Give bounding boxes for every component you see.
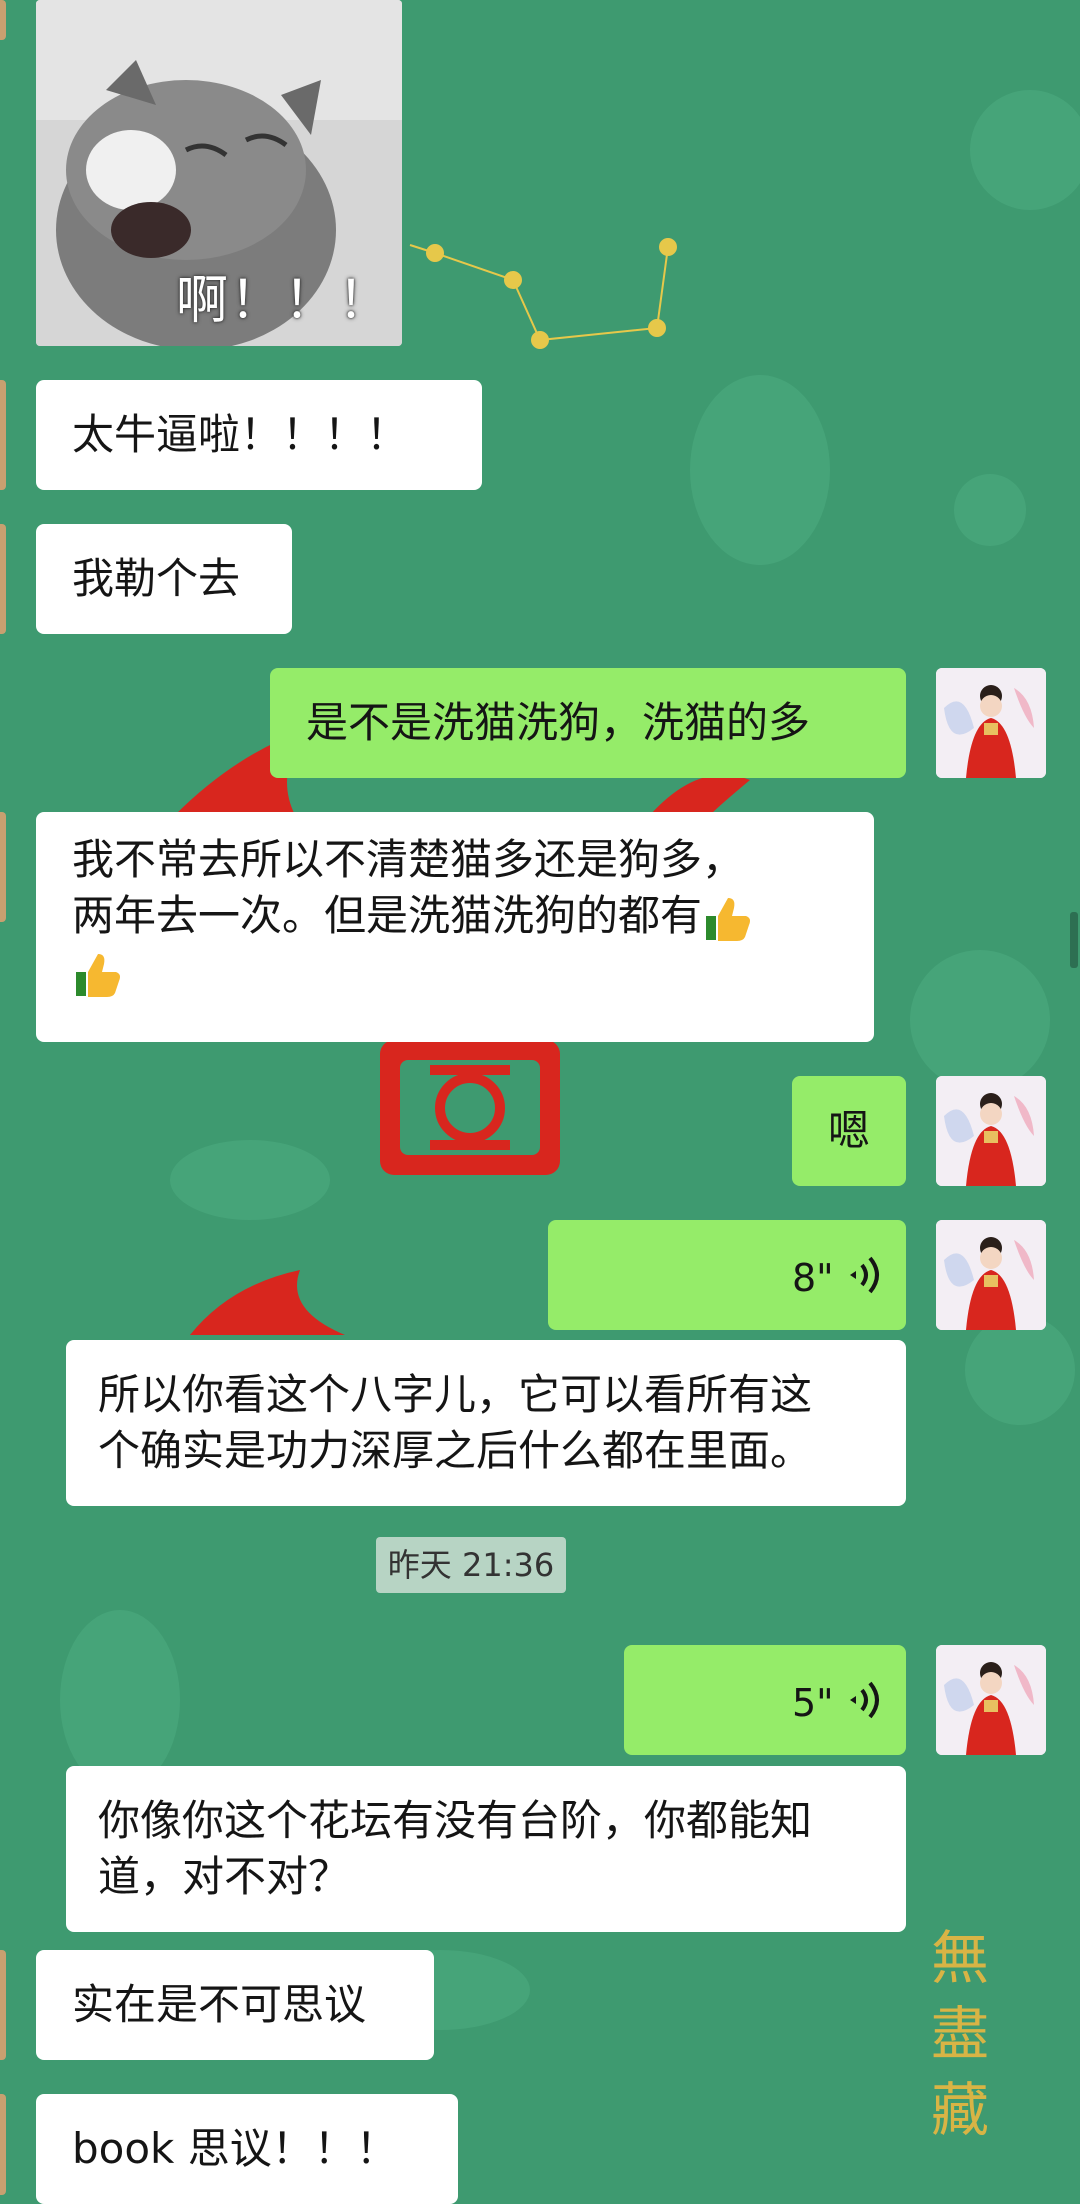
- message-text-line: 两年去一次。但是洗猫洗狗的都有: [72, 891, 703, 940]
- voice-wave-icon: [850, 1256, 879, 1294]
- message-row-outgoing: 嗯: [0, 1076, 1080, 1186]
- message-text: 我勒个去: [72, 554, 241, 603]
- voice-message-bubble[interactable]: 5": [624, 1645, 906, 1755]
- sticker-caption: 啊！！！: [176, 271, 393, 331]
- message-bubble[interactable]: 我不常去所以不清楚猫多还是狗多， 两年去一次。但是洗猫洗狗的都有: [36, 812, 874, 1042]
- message-text: book 思议！！！: [72, 2124, 398, 2173]
- voice-duration: 5": [792, 1681, 834, 1725]
- contact-avatar[interactable]: [0, 1950, 6, 2060]
- avatar-image: [936, 668, 1046, 778]
- contact-avatar[interactable]: [0, 2094, 6, 2195]
- my-avatar[interactable]: [936, 1220, 1046, 1330]
- timestamp: 昨天 21:36: [376, 1537, 566, 1593]
- contact-avatar[interactable]: [0, 812, 6, 922]
- sticker-message[interactable]: 啊！！！: [0, 0, 420, 346]
- voice-transcription-row: 你像你这个花坛有没有台阶，你都能知 道，对不对？: [0, 1766, 1080, 1932]
- voice-transcription-row: 所以你看这个八字儿，它可以看所有这 个确实是功力深厚之后什么都在里面。: [0, 1340, 1080, 1506]
- voice-transcription-bubble[interactable]: 你像你这个花坛有没有台阶，你都能知 道，对不对？: [66, 1766, 906, 1932]
- message-text: 实在是不可思议: [72, 1980, 367, 2029]
- contact-avatar[interactable]: [0, 0, 6, 40]
- avatar-image: [936, 1076, 1046, 1186]
- message-text-line: 你像你这个花坛有没有台阶，你都能知: [98, 1796, 813, 1845]
- message-row-incoming: book 思议！！！: [0, 2094, 1080, 2204]
- voice-wave-icon: [850, 1681, 879, 1719]
- message-text: 太牛逼啦！！！！: [72, 410, 409, 459]
- message-text-line: 道，对不对？: [98, 1852, 351, 1901]
- message-text-line: 我不常去所以不清楚猫多还是狗多，: [72, 835, 745, 884]
- message-bubble[interactable]: 是不是洗猫洗狗，洗猫的多: [270, 668, 906, 778]
- voice-message-row: 8": [0, 1220, 1080, 1330]
- message-row-outgoing: 是不是洗猫洗狗，洗猫的多: [0, 668, 1080, 778]
- my-avatar[interactable]: [936, 1645, 1046, 1755]
- message-text-line: 个确实是功力深厚之后什么都在里面。: [98, 1426, 813, 1475]
- message-bubble[interactable]: 嗯: [792, 1076, 906, 1186]
- message-bubble[interactable]: book 思议！！！: [36, 2094, 458, 2204]
- message-bubble[interactable]: 实在是不可思议: [36, 1950, 434, 2060]
- crying-cat-sticker[interactable]: 啊！！！: [36, 0, 402, 346]
- avatar-image: [936, 1220, 1046, 1330]
- voice-message-bubble[interactable]: 8": [548, 1220, 906, 1330]
- voice-message-row: 5": [0, 1645, 1080, 1755]
- contact-avatar[interactable]: [0, 380, 6, 490]
- message-text-line: 所以你看这个八字儿，它可以看所有这: [98, 1370, 813, 1419]
- message-bubble[interactable]: 我勒个去: [36, 524, 292, 634]
- contact-avatar[interactable]: [0, 524, 6, 634]
- message-text: 嗯: [828, 1106, 871, 1155]
- watermark-calligraphy: 無盡藏: [930, 1924, 989, 2144]
- voice-transcription-bubble[interactable]: 所以你看这个八字儿，它可以看所有这 个确实是功力深厚之后什么都在里面。: [66, 1340, 906, 1506]
- avatar-image: [936, 1645, 1046, 1755]
- message-row-incoming: 我不常去所以不清楚猫多还是狗多， 两年去一次。但是洗猫洗狗的都有: [0, 812, 1080, 1042]
- scrollbar[interactable]: [1070, 912, 1078, 968]
- voice-duration: 8": [792, 1256, 834, 1300]
- message-bubble[interactable]: 太牛逼啦！！！！: [36, 380, 482, 490]
- message-row-incoming: 我勒个去: [0, 524, 1080, 634]
- thumbs-up-emoji: [76, 953, 120, 997]
- message-row-incoming: 实在是不可思议: [0, 1950, 1080, 2060]
- message-row-incoming: 太牛逼啦！！！！: [0, 380, 1080, 490]
- my-avatar[interactable]: [936, 1076, 1046, 1186]
- thumbs-up-emoji: [706, 897, 751, 941]
- message-text: 是不是洗猫洗狗，洗猫的多: [306, 698, 811, 747]
- my-avatar[interactable]: [936, 668, 1046, 778]
